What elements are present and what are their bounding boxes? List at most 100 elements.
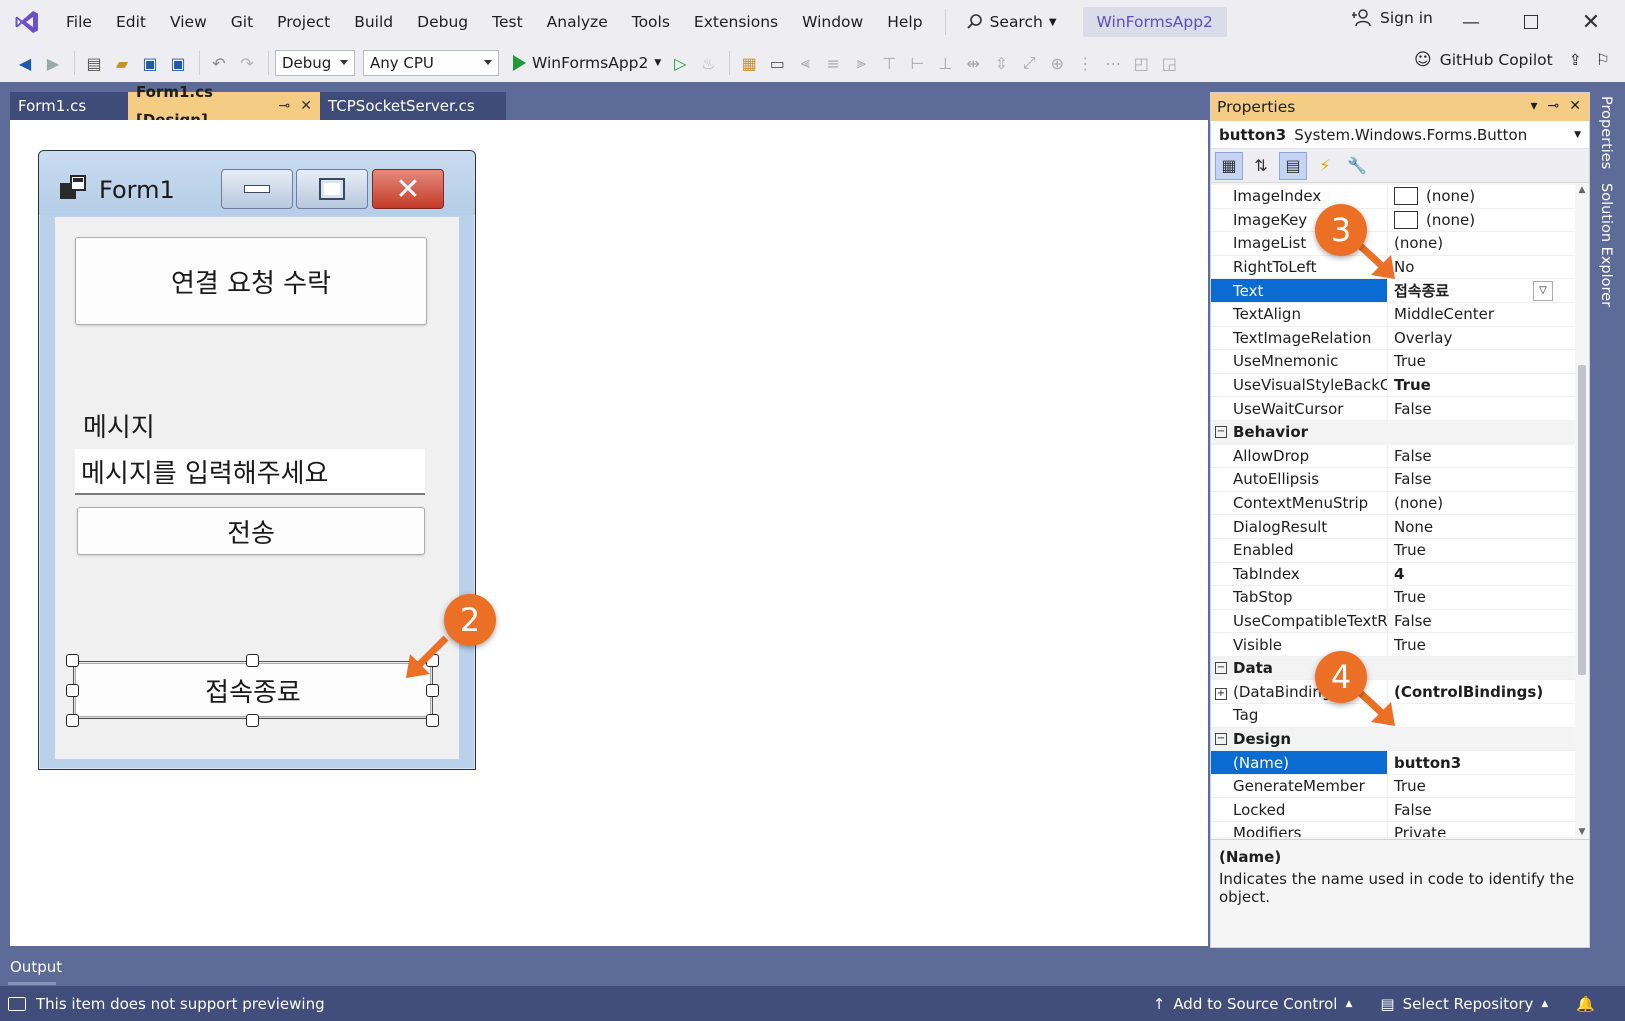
design-surface[interactable]: Form1 ✕ 연결 요청 수락 메시지 메시지를 입력해주세요 전송 접속종료: [10, 120, 1208, 946]
property-row[interactable]: TextAlign MiddleCenter: [1211, 302, 1575, 327]
visual-studio-logo-icon[interactable]: [12, 7, 42, 37]
property-row[interactable]: UseMnemonic True: [1211, 350, 1575, 374]
expand-icon[interactable]: +: [1215, 687, 1227, 700]
property-value[interactable]: (none): [1387, 208, 1575, 232]
property-value[interactable]: False: [1387, 609, 1575, 633]
size-to-grid-icon[interactable]: ⊕: [1044, 50, 1070, 76]
menu-edit[interactable]: Edit: [104, 6, 158, 38]
menu-help[interactable]: Help: [875, 6, 934, 38]
property-value[interactable]: No: [1387, 255, 1575, 279]
chevron-down-icon[interactable]: ▽: [1533, 280, 1553, 301]
configuration-select[interactable]: Debug: [275, 50, 355, 76]
search-box[interactable]: Search ▼: [956, 13, 1067, 31]
property-value[interactable]: False: [1387, 468, 1575, 491]
property-row[interactable]: ImageIndex (none): [1211, 185, 1575, 209]
scroll-down-icon[interactable]: ▼: [1575, 827, 1589, 837]
resize-handle[interactable]: [66, 684, 79, 697]
align-middles-icon[interactable]: ⊢: [904, 50, 930, 76]
start-without-debugging-icon[interactable]: ▷: [667, 50, 693, 76]
property-row[interactable]: UseVisualStyleBackColor True: [1211, 373, 1575, 398]
property-category[interactable]: − Design: [1211, 727, 1575, 752]
output-tab[interactable]: Output: [0, 948, 1625, 986]
property-value[interactable]: (none): [1387, 232, 1575, 255]
redo-icon[interactable]: ↷: [234, 50, 260, 76]
save-icon[interactable]: ▣: [137, 50, 163, 76]
pin-icon[interactable]: ⊸: [279, 92, 291, 120]
property-row[interactable]: TabStop True: [1211, 586, 1575, 610]
make-same-size-icon[interactable]: ⤢: [1016, 50, 1042, 76]
resize-handle[interactable]: [426, 714, 439, 727]
resize-handle[interactable]: [66, 654, 79, 667]
menu-file[interactable]: File: [54, 6, 104, 38]
property-row[interactable]: Modifiers Private: [1211, 822, 1575, 837]
property-row[interactable]: AllowDrop False: [1211, 444, 1575, 469]
undo-icon[interactable]: ↶: [206, 50, 232, 76]
alphabetical-icon[interactable]: ⇅: [1247, 152, 1275, 180]
property-value[interactable]: Overlay: [1387, 326, 1575, 350]
property-value[interactable]: True: [1387, 586, 1575, 609]
property-row[interactable]: Visible True: [1211, 633, 1575, 657]
property-pages-wrench-icon[interactable]: 🔧: [1343, 152, 1371, 180]
new-project-icon[interactable]: ▤: [81, 50, 107, 76]
tab-form1-cs[interactable]: Form1.cs: [10, 92, 128, 120]
property-value[interactable]: (none): [1387, 185, 1575, 208]
property-value[interactable]: button3: [1387, 751, 1575, 774]
navigate-back-icon[interactable]: ◀: [12, 50, 38, 76]
menu-extensions[interactable]: Extensions: [682, 6, 790, 38]
menu-build[interactable]: Build: [342, 6, 405, 38]
property-category[interactable]: − Behavior: [1211, 420, 1575, 445]
notifications-bell-icon[interactable]: 🔔: [1576, 995, 1595, 1013]
start-debugging-button[interactable]: WinFormsApp2 ▼: [513, 54, 661, 72]
bring-to-front-icon[interactable]: ◰: [1128, 50, 1154, 76]
send-button[interactable]: 전송: [77, 507, 425, 555]
property-row[interactable]: AutoEllipsis False: [1211, 468, 1575, 492]
property-value[interactable]: False: [1387, 444, 1575, 468]
align-rights-icon[interactable]: ⫸: [848, 50, 874, 76]
collapse-icon[interactable]: −: [1215, 732, 1227, 745]
minimize-button[interactable]: —: [1448, 6, 1494, 38]
property-value[interactable]: MiddleCenter: [1387, 302, 1575, 326]
align-bottoms-icon[interactable]: ⊥: [932, 50, 958, 76]
menu-debug[interactable]: Debug: [405, 6, 480, 38]
properties-view-icon[interactable]: ▤: [1279, 151, 1307, 180]
close-window-button[interactable]: ✕: [1568, 6, 1614, 38]
open-folder-icon[interactable]: ▰: [109, 50, 135, 76]
property-value[interactable]: 접속종료 ▽: [1387, 279, 1575, 302]
menu-git[interactable]: Git: [219, 6, 265, 38]
property-category[interactable]: − Data: [1211, 656, 1575, 681]
property-value[interactable]: True: [1387, 538, 1575, 562]
property-value[interactable]: Private: [1387, 822, 1575, 837]
property-value[interactable]: True: [1387, 774, 1575, 798]
save-all-icon[interactable]: ▣: [165, 50, 191, 76]
maximize-button[interactable]: [1508, 6, 1554, 38]
collapse-icon[interactable]: −: [1215, 426, 1227, 439]
github-copilot-button[interactable]: ☺ GitHub Copilot ⇪ ⚐: [1414, 50, 1610, 70]
panel-options-icon[interactable]: ▾: [1531, 98, 1538, 114]
side-tab-properties[interactable]: Properties: [1592, 92, 1620, 173]
accept-connection-button[interactable]: 연결 요청 수락: [75, 237, 427, 325]
property-row[interactable]: UseWaitCursor False: [1211, 397, 1575, 421]
resize-handle[interactable]: [246, 654, 259, 667]
close-tab-icon[interactable]: ✕: [300, 92, 312, 120]
property-row[interactable]: DialogResult None: [1211, 515, 1575, 539]
menu-test[interactable]: Test: [480, 6, 535, 38]
property-row[interactable]: Locked False: [1211, 798, 1575, 823]
scroll-up-icon[interactable]: ▲: [1575, 185, 1589, 195]
horizontal-spacing-icon[interactable]: ⋮: [1072, 50, 1098, 76]
menu-window[interactable]: Window: [790, 6, 875, 38]
property-value[interactable]: (ControlBindings): [1387, 680, 1575, 704]
side-tab-solution-explorer[interactable]: Solution Explorer: [1592, 179, 1620, 311]
form-maximize-button[interactable]: [296, 169, 368, 209]
menu-analyze[interactable]: Analyze: [535, 6, 620, 38]
property-row[interactable]: UseCompatibleTextRendering False: [1211, 609, 1575, 634]
menu-tools[interactable]: Tools: [620, 6, 682, 38]
solution-name-badge[interactable]: WinFormsApp2: [1082, 7, 1227, 37]
property-value[interactable]: False: [1387, 397, 1575, 420]
tab-form1-design[interactable]: Form1.cs [Design] ⊸ ✕: [128, 83, 320, 129]
property-value[interactable]: (none): [1387, 491, 1575, 515]
property-row[interactable]: Enabled True: [1211, 538, 1575, 563]
collapse-icon[interactable]: −: [1215, 662, 1227, 675]
disconnect-button[interactable]: 접속종료: [75, 663, 431, 717]
add-to-source-control-button[interactable]: ↑ Add to Source Control ▲: [1153, 995, 1353, 1013]
property-row[interactable]: TabIndex 4: [1211, 562, 1575, 587]
